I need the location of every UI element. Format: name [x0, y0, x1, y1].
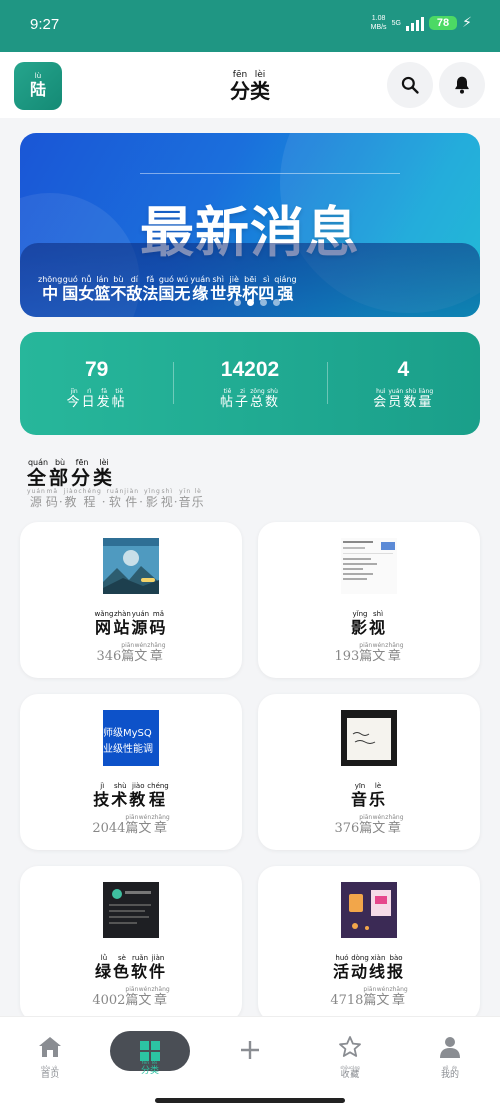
lanterns-thumbnail [341, 882, 397, 938]
category-card-software[interactable]: 绿lǜ色sè软ruǎn件jiàn 4002篇piān文wén章zhāng [20, 866, 242, 1022]
category-count: 2044篇piān文wén章zhāng [92, 814, 170, 836]
news-banner[interactable]: 最新消息 中zhōng国guó女nǚ篮lán不bù敌dí法fǎ国guó无wú缘y… [20, 133, 480, 317]
stat-total-posts: 14202 帖tiě子zi总zǒng数shù [173, 332, 326, 435]
banner-pagination[interactable] [234, 299, 280, 306]
battery-indicator: 78 [428, 16, 458, 30]
star-icon [339, 1036, 361, 1057]
category-name: 技jì术shù教jiào程chéng [93, 782, 169, 809]
search-button[interactable] [387, 62, 433, 108]
section-subtitle: 源yuán码mǎ·教jiào程chéng·软ruǎn件jiàn·影yǐng视sh… [27, 488, 205, 509]
charging-icon: ⚡ [462, 15, 472, 31]
search-icon [401, 76, 419, 94]
category-name: 绿lǜ色sè软ruǎn件jiàn [94, 954, 168, 981]
nav-item-post[interactable] [220, 1039, 280, 1065]
category-card-music[interactable]: 音yīn乐lè 376篇piān文wén章zhāng [258, 694, 480, 850]
stat-today-posts: 79 今jīn日rì发fā帖tiě [20, 332, 173, 435]
category-name: 音yīn乐lè [350, 782, 388, 809]
document-thumbnail [341, 538, 397, 594]
category-name: 网wǎng站zhàn源yuán码mǎ [94, 610, 168, 637]
category-count: 4718篇piān文wén章zhāng [330, 986, 408, 1008]
stat-value: 4 [397, 358, 410, 381]
stat-label: 今jīn日rì发fā帖tiě [66, 388, 127, 410]
category-count: 376篇piān文wén章zhāng [334, 814, 404, 836]
category-name: 影yǐng视shì [350, 610, 388, 637]
nav-label: 分fēn类lèi [140, 1061, 160, 1076]
stats-panel: 79 今jīn日rì发fā帖tiě 14202 帖tiě子zi总zǒng数shù… [20, 332, 480, 435]
plus-icon [241, 1041, 259, 1059]
category-card-website-source[interactable]: 网wǎng站zhàn源yuán码mǎ 346篇piān文wén章zhāng [20, 522, 242, 678]
nav-label: 收shōu藏cáng [340, 1065, 360, 1080]
banner-dot-active[interactable] [247, 299, 254, 306]
category-card-video[interactable]: 影yǐng视shì 193篇piān文wén章zhāng [258, 522, 480, 678]
category-card-events[interactable]: 活huó动dòng线xiàn报bào 4718篇piān文wén章zhāng [258, 866, 480, 1022]
stat-value: 79 [84, 358, 109, 381]
nav-label: 首shǒu页yè [40, 1065, 60, 1080]
user-icon [440, 1037, 460, 1058]
banner-dot[interactable] [273, 299, 280, 306]
category-count: 4002篇piān文wén章zhāng [92, 986, 170, 1008]
home-icon [39, 1037, 61, 1057]
home-indicator[interactable] [155, 1098, 345, 1103]
category-count: 346篇piān文wén章zhāng [96, 642, 166, 664]
category-count: 193篇piān文wén章zhāng [334, 642, 404, 664]
stat-members: 4 会huì员yuán数shù量liàng [326, 332, 480, 435]
status-time: 9:27 [30, 16, 60, 33]
nav-item-favorites[interactable]: 收shōu藏cáng [320, 1035, 380, 1080]
status-bar: 9:27 1.08 MB/s 5G 78 ⚡ [0, 0, 500, 52]
nav-label: 我wǒ的de [440, 1065, 460, 1080]
landscape-thumbnail [103, 538, 159, 594]
banner-dot[interactable] [234, 299, 241, 306]
signal-icon [405, 15, 424, 31]
category-name: 活huó动dòng线xiàn报bào [332, 954, 406, 981]
section-title: 全quán部bù分fēn类lèi [27, 458, 116, 489]
notifications-button[interactable] [439, 62, 485, 108]
nav-item-mine[interactable]: 我wǒ的de [420, 1035, 480, 1080]
app-thumbnail [103, 882, 159, 938]
notebook-thumbnail [341, 710, 397, 766]
grid-icon [140, 1041, 160, 1061]
app-header: 陆lù 分fēn类lèi [0, 52, 500, 118]
network-speed: 1.08 MB/s [370, 15, 387, 31]
nav-item-home[interactable]: 首shǒu页yè [20, 1035, 80, 1080]
network-type: 5G [391, 19, 401, 27]
category-card-tutorial[interactable]: 师级MySQ 业级性能调 技jì术shù教jiào程chéng 2044篇piā… [20, 694, 242, 850]
nav-item-category[interactable]: 分fēn类lèi [110, 1031, 190, 1076]
banner-divider [140, 173, 400, 174]
status-indicators: 1.08 MB/s 5G 78 ⚡ [371, 14, 472, 32]
stat-value: 14202 [220, 358, 280, 381]
stat-label: 会huì员yuán数shù量liàng [373, 388, 434, 410]
bottom-nav: 首shǒu页yè 分fēn类lèi 收shōu藏cáng 我wǒ的de [0, 1016, 500, 1111]
bell-icon [455, 76, 469, 94]
mysql-thumbnail: 师级MySQ 业级性能调 [103, 710, 159, 766]
stat-label: 帖tiě子zi总zǒng数shù [219, 388, 281, 410]
banner-dot[interactable] [260, 299, 267, 306]
